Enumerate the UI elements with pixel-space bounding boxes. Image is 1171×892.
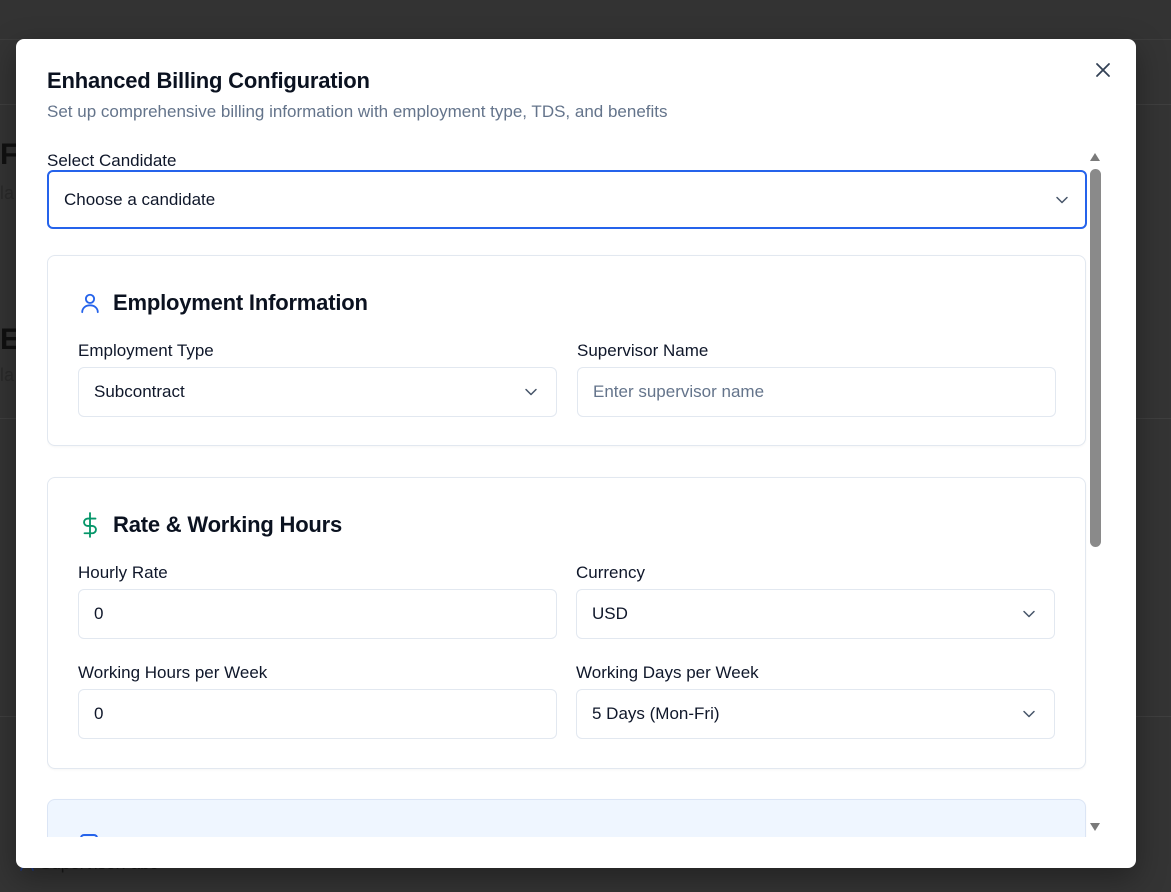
background-text-fragment: la xyxy=(0,183,15,203)
employment-type-label: Employment Type xyxy=(78,341,214,360)
currency-value: USD xyxy=(592,604,628,623)
background-text-fragment: la xyxy=(0,365,15,385)
employment-type-value: Subcontract xyxy=(94,382,185,401)
working-days-field: Working Days per Week 5 Days (Mon-Fri) xyxy=(576,663,1055,739)
currency-label: Currency xyxy=(576,563,645,582)
scroll-up-arrow[interactable] xyxy=(1088,151,1102,163)
billing-config-dialog: Enhanced Billing Configuration Set up co… xyxy=(16,39,1136,868)
close-icon xyxy=(1096,63,1110,77)
dialog-title: Enhanced Billing Configuration xyxy=(47,68,370,93)
dollar-icon xyxy=(83,512,97,538)
triangle-up-icon xyxy=(1090,153,1100,161)
employment-type-select[interactable]: Subcontract xyxy=(78,367,557,417)
dialog-subtitle: Set up comprehensive billing information… xyxy=(47,102,668,121)
working-days-select[interactable]: 5 Days (Mon-Fri) xyxy=(576,689,1055,739)
working-days-value: 5 Days (Mon-Fri) xyxy=(592,704,720,723)
close-button[interactable] xyxy=(1092,59,1114,81)
hourly-rate-label: Hourly Rate xyxy=(78,563,168,582)
working-hours-input[interactable]: 0 xyxy=(78,689,557,739)
hourly-rate-field: Hourly Rate 0 xyxy=(78,563,557,639)
rate-hours-card: Rate & Working Hours Hourly Rate 0 Curre… xyxy=(47,477,1086,769)
hourly-rate-value: 0 xyxy=(94,604,104,623)
chevron-down-icon xyxy=(1056,196,1068,203)
chevron-down-icon xyxy=(1023,610,1035,618)
background-topbar xyxy=(0,0,1171,40)
chevron-down-icon xyxy=(1023,710,1035,718)
supervisor-name-placeholder: Enter supervisor name xyxy=(593,382,765,401)
supervisor-name-input[interactable]: Enter supervisor name xyxy=(577,367,1056,417)
employment-card-header: Employment Information xyxy=(79,290,368,316)
chevron-down-icon xyxy=(525,388,537,396)
scrollbar-thumb[interactable] xyxy=(1090,169,1101,547)
dialog-scroll-area[interactable]: Select Candidate Choose a candidate Empl… xyxy=(47,147,1087,837)
candidate-select[interactable]: Choose a candidate xyxy=(47,170,1087,229)
dialog-scrollbar[interactable] xyxy=(1085,147,1107,837)
employment-card-title: Employment Information xyxy=(113,290,368,315)
next-section-card xyxy=(47,799,1086,837)
scroll-down-arrow[interactable] xyxy=(1088,821,1102,833)
user-icon xyxy=(81,293,99,314)
candidate-label: Select Candidate xyxy=(47,151,177,170)
supervisor-name-field: Supervisor Name Enter supervisor name xyxy=(577,341,1056,417)
rate-card-header: Rate & Working Hours xyxy=(79,512,342,538)
working-hours-value: 0 xyxy=(94,704,104,723)
working-days-label: Working Days per Week xyxy=(576,663,759,682)
employment-info-card: Employment Information Employment Type S… xyxy=(47,255,1086,446)
triangle-down-icon xyxy=(1090,823,1100,831)
rate-card-title: Rate & Working Hours xyxy=(113,512,343,537)
section-icon xyxy=(80,834,98,837)
working-hours-label: Working Hours per Week xyxy=(78,663,268,682)
currency-field: Currency USD xyxy=(576,563,1055,639)
working-hours-field: Working Hours per Week 0 xyxy=(78,663,557,739)
employment-type-field: Employment Type Subcontract xyxy=(78,341,557,417)
currency-select[interactable]: USD xyxy=(576,589,1055,639)
candidate-select-value: Choose a candidate xyxy=(64,189,216,209)
hourly-rate-input[interactable]: 0 xyxy=(78,589,557,639)
supervisor-name-label: Supervisor Name xyxy=(577,341,709,360)
